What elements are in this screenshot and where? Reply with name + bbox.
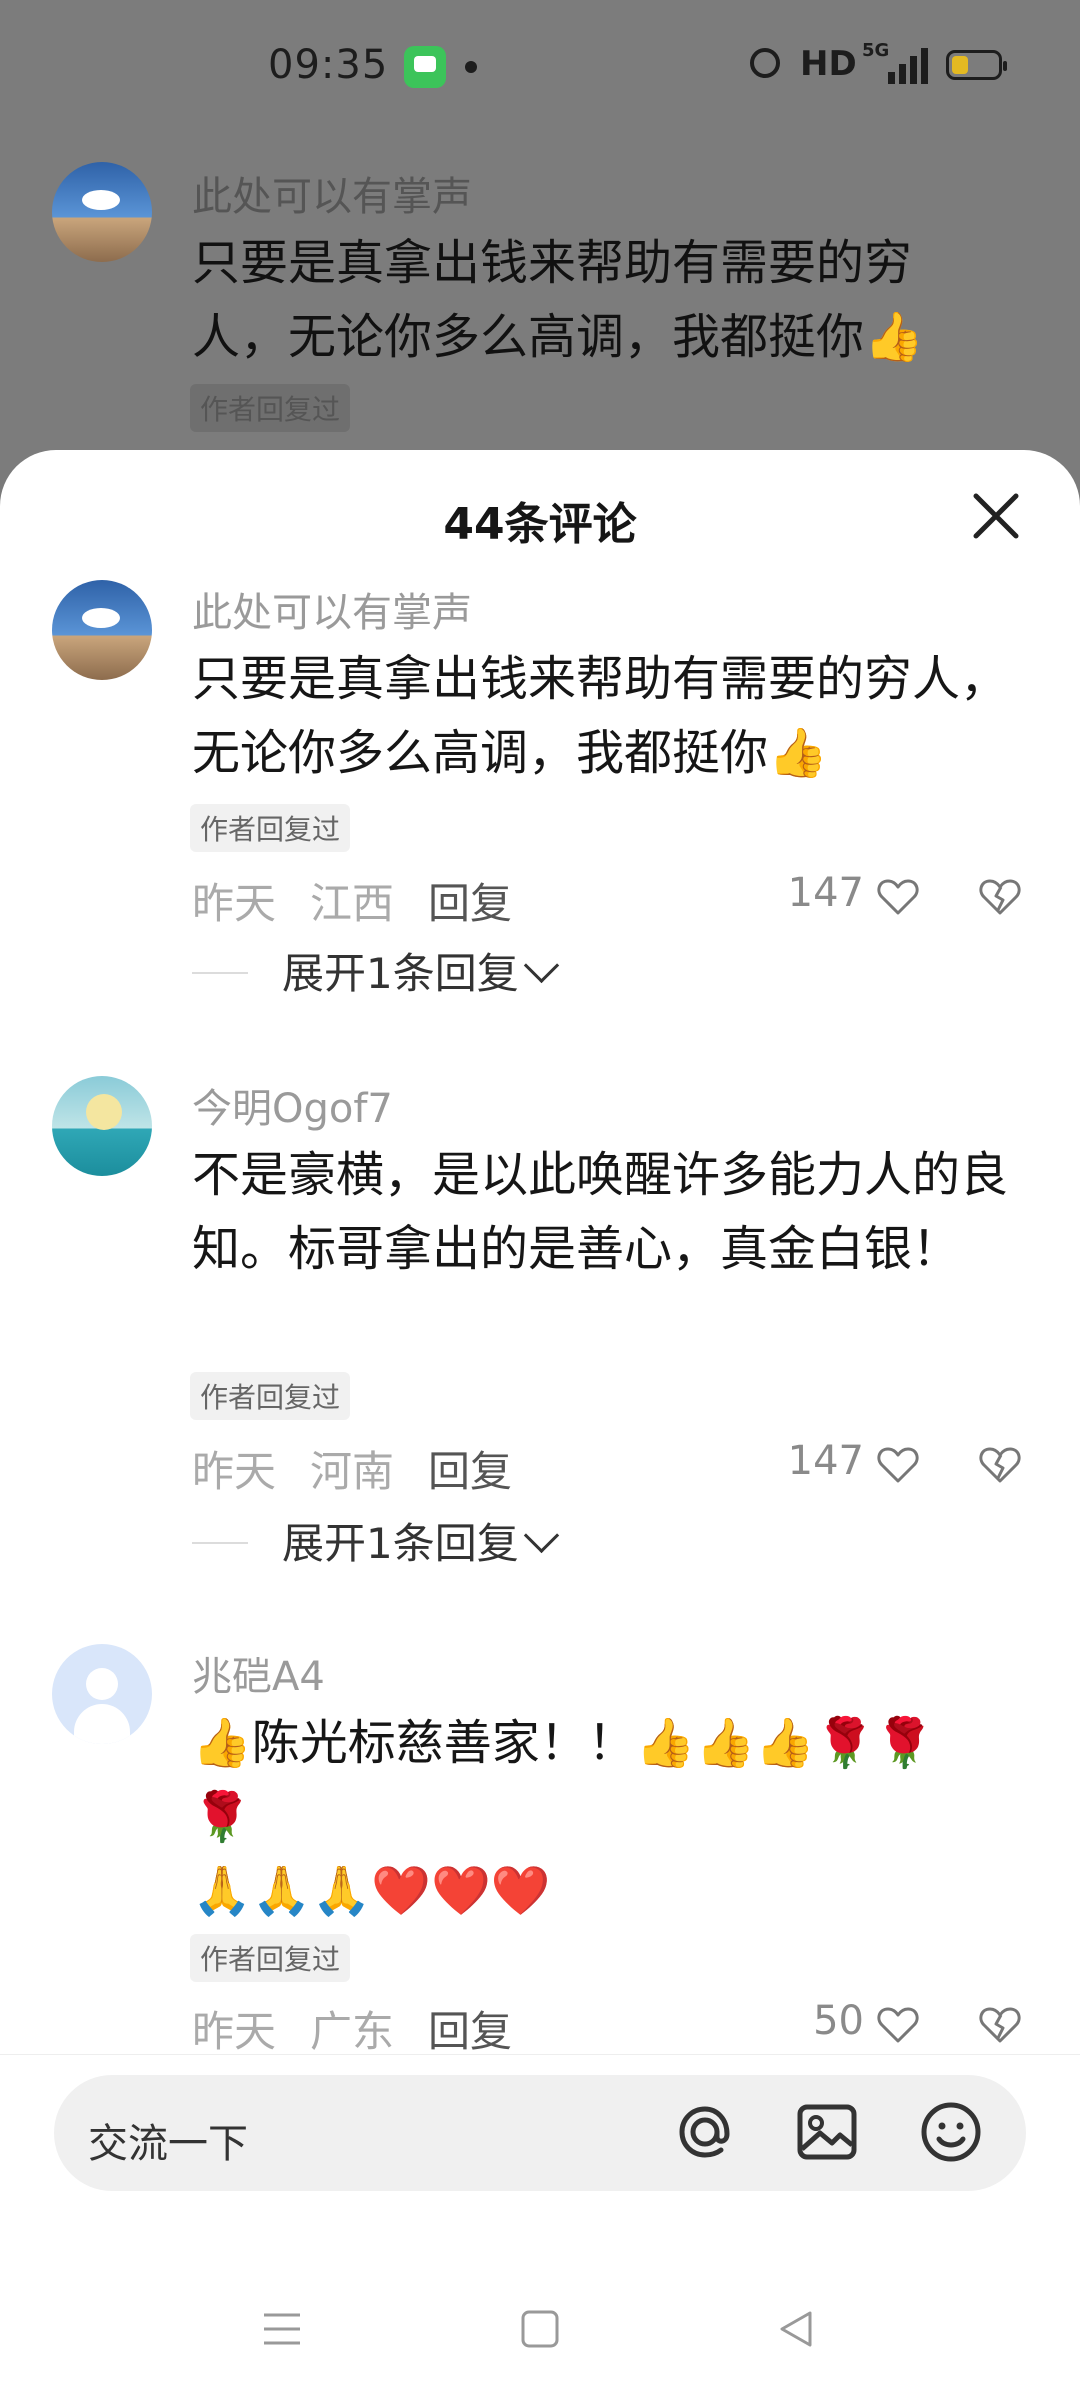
alarm-icon: [750, 48, 780, 78]
comment-text: 不是豪横，是以此唤醒许多能力人的良知。标哥拿出的是善心，真金白银！: [192, 1147, 1009, 1277]
emoji-icon[interactable]: [916, 2097, 986, 2167]
comment-meta: 昨天 广东 回复: [192, 1998, 512, 2059]
heart-icon[interactable]: [874, 872, 922, 920]
message-app-icon: [404, 46, 446, 88]
avatar[interactable]: [52, 1076, 152, 1176]
comment-username: 此处可以有掌声: [192, 174, 472, 220]
broken-heart-icon[interactable]: [976, 1440, 1024, 1488]
expand-replies-button[interactable]: 展开1条回复: [282, 1510, 559, 1571]
author-replied-badge: 作者回复过: [190, 384, 351, 432]
heart-icon[interactable]: [874, 2000, 922, 2048]
back-icon[interactable]: [772, 2305, 820, 2353]
like-count: 50: [813, 1998, 864, 2044]
broken-heart-icon[interactable]: [976, 2000, 1024, 2048]
author-replied-badge: 作者回复过: [190, 804, 351, 852]
expand-divider: [192, 1542, 248, 1544]
comment-location: 江西: [310, 879, 395, 928]
comment-time: 昨天: [192, 2007, 277, 2056]
comment-input-placeholder: 交流一下: [88, 2121, 248, 2167]
avatar[interactable]: [52, 580, 152, 680]
expand-divider: [192, 972, 248, 974]
comment-meta: 昨天 河南 回复: [192, 1438, 512, 1499]
battery-icon: [946, 50, 1007, 80]
home-icon[interactable]: [516, 2305, 564, 2353]
chevron-down-icon: [523, 1517, 559, 1554]
status-bar: 09:35 HD 5G: [0, 0, 1080, 134]
comment-text: 只要是真拿出钱来帮助有需要的穷人，无论你多么高调，我都挺你👍: [192, 651, 1009, 781]
close-icon: [973, 493, 1019, 539]
comment-time: 昨天: [192, 879, 277, 928]
sheet-title: 44条评论: [443, 499, 637, 550]
like-count: 147: [787, 1438, 864, 1484]
menu-icon[interactable]: [258, 2305, 306, 2353]
comment-location: 河南: [310, 1447, 395, 1496]
comment-text-line: 👍陈光标慈善家！！👍👍👍🌹🌹: [192, 1715, 935, 1771]
comment-username[interactable]: 今明Ogof7: [192, 1076, 393, 1134]
image-icon[interactable]: [792, 2097, 862, 2167]
comment-username[interactable]: 此处可以有掌声: [192, 580, 472, 638]
comment-location: 广东: [310, 2007, 395, 2056]
author-replied-badge: 作者回复过: [190, 1934, 351, 1982]
signal-icon: [880, 44, 930, 84]
notification-dot-icon: [465, 61, 477, 73]
avatar: [52, 162, 152, 262]
expand-replies-label: 展开1条回复: [282, 1519, 519, 1568]
status-time: 09:35: [268, 42, 389, 88]
comment-username[interactable]: 兆硙A4: [192, 1644, 325, 1702]
default-avatar-icon[interactable]: [52, 1644, 152, 1744]
chevron-down-icon: [523, 947, 559, 984]
reply-button[interactable]: 回复: [428, 2007, 512, 2056]
comment-text: 只要是真拿出钱来帮助有需要的穷人，无论你多么高调，我都挺你👍: [192, 235, 924, 365]
reply-button[interactable]: 回复: [428, 1447, 512, 1496]
input-bar: 交流一下: [0, 2054, 1080, 2401]
comment-input[interactable]: 交流一下: [54, 2075, 1026, 2191]
comment-time: 昨天: [192, 1447, 277, 1496]
at-icon[interactable]: [670, 2097, 740, 2167]
reply-button[interactable]: 回复: [428, 879, 512, 928]
comment-meta: 昨天 江西 回复: [192, 870, 512, 931]
broken-heart-icon[interactable]: [976, 872, 1024, 920]
heart-icon[interactable]: [874, 1440, 922, 1488]
author-replied-badge: 作者回复过: [190, 1372, 351, 1420]
like-count: 147: [787, 870, 864, 916]
expand-replies-button[interactable]: 展开1条回复: [282, 940, 559, 1001]
background-overlay: 09:35 HD 5G 此处可以有掌声 只要是真拿出钱来帮助有需要的穷人，无论你…: [0, 0, 1080, 470]
status-hd: HD: [800, 44, 857, 84]
comment-text: 👍陈光标慈善家！！👍👍👍🌹🌹 🌹 🙏🙏🙏❤️❤️❤️: [192, 1706, 1022, 1928]
comment-text-line: 🙏🙏🙏❤️❤️❤️: [192, 1863, 551, 1919]
comment-text-line: 🌹: [192, 1789, 252, 1845]
close-button[interactable]: [966, 486, 1026, 546]
expand-replies-label: 展开1条回复: [282, 949, 519, 998]
